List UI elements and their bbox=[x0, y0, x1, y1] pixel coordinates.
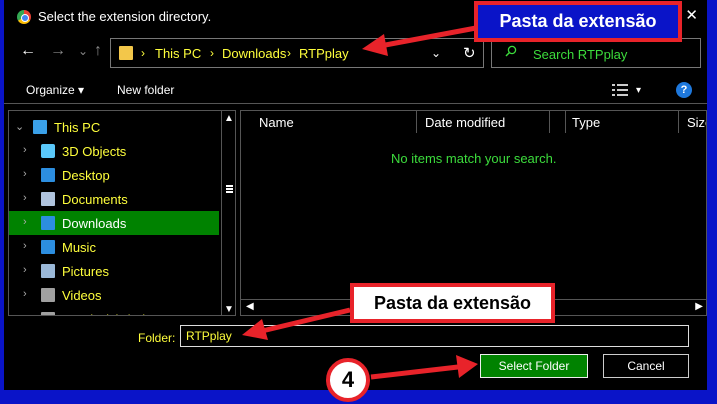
forward-arrow-icon[interactable]: → bbox=[50, 42, 66, 60]
column-header-date-modified[interactable]: Date modified bbox=[417, 111, 550, 133]
sidebar-item-videos[interactable]: › Videos bbox=[9, 283, 219, 307]
scroll-thumb-grip[interactable] bbox=[226, 185, 233, 193]
scroll-right-icon[interactable]: ▶ bbox=[695, 301, 703, 312]
sidebar-item-local-disk-c[interactable]: › Local Disk (C:) bbox=[9, 307, 219, 315]
search-icon bbox=[505, 45, 517, 57]
scroll-left-icon[interactable]: ◀ bbox=[246, 301, 254, 312]
scroll-up-icon[interactable]: ▲ bbox=[224, 113, 234, 124]
folder-field-label: Folder: bbox=[138, 331, 176, 345]
sidebar-item-label: Pictures bbox=[62, 264, 109, 279]
sidebar-item-label: Documents bbox=[62, 192, 128, 207]
column-header-label: Type bbox=[572, 115, 601, 130]
folder-picker-dialog: Select the extension directory. ✕ ← → ⌄ … bbox=[4, 0, 707, 390]
cube-icon bbox=[41, 144, 55, 158]
breadcrumb-separator: › bbox=[141, 46, 145, 60]
expand-chevron-icon[interactable]: › bbox=[23, 216, 27, 228]
sidebar-item-desktop[interactable]: › Desktop bbox=[9, 163, 219, 187]
column-header-name[interactable]: Name bbox=[241, 111, 417, 133]
picture-icon bbox=[41, 264, 55, 278]
desktop-icon bbox=[41, 168, 55, 182]
expand-chevron-icon[interactable]: › bbox=[23, 264, 27, 276]
command-bar: Organize ▾ New folder ▾ ? bbox=[4, 76, 707, 104]
view-dropdown-icon[interactable]: ▾ bbox=[636, 85, 641, 96]
music-icon bbox=[41, 240, 55, 254]
column-header-size[interactable]: Size bbox=[679, 111, 706, 133]
sidebar-item-label: This PC bbox=[54, 120, 101, 135]
window-title: Select the extension directory. bbox=[38, 9, 212, 24]
navigation-pane: ⌄ This PC › 3D Objects › Desktop › Documents › Do… bbox=[8, 110, 236, 316]
up-arrow-icon[interactable]: ↑ bbox=[94, 42, 102, 60]
expand-chevron-icon[interactable]: ⌄ bbox=[15, 120, 24, 133]
sidebar-item-3d-objects[interactable]: › 3D Objects bbox=[9, 139, 219, 163]
column-resize-handle[interactable] bbox=[550, 111, 566, 133]
sidebar-item-label: 3D Objects bbox=[62, 144, 127, 159]
sidebar-item-label: Music bbox=[62, 240, 96, 255]
folder-icon bbox=[119, 46, 133, 60]
close-icon[interactable]: ✕ bbox=[685, 6, 698, 24]
breadcrumb-rtpplay[interactable]: RTPplay bbox=[299, 46, 349, 61]
desktop-background: Select the extension directory. ✕ ← → ⌄ … bbox=[0, 0, 717, 404]
search-box[interactable]: Search RTPplay bbox=[491, 38, 701, 68]
download-icon bbox=[41, 216, 55, 230]
view-options-icon[interactable] bbox=[612, 84, 628, 96]
new-folder-button[interactable]: New folder bbox=[117, 83, 174, 97]
step-number-badge: 4 bbox=[326, 358, 370, 402]
folder-name-input[interactable]: RTPplay bbox=[180, 325, 689, 347]
column-header-type[interactable]: Type bbox=[566, 111, 679, 133]
back-arrow-icon[interactable]: ← bbox=[20, 42, 36, 60]
address-dropdown-icon[interactable]: ⌄ bbox=[431, 46, 441, 60]
address-bar[interactable]: › This PC › Downloads › RTPplay ⌄ ↻ bbox=[110, 38, 484, 68]
select-folder-button[interactable]: Select Folder bbox=[480, 354, 588, 378]
search-placeholder: Search RTPplay bbox=[533, 47, 628, 62]
disk-icon bbox=[41, 312, 55, 315]
breadcrumb-separator: › bbox=[287, 46, 291, 60]
navigation-pane-scrollbar[interactable]: ▲ ▼ bbox=[221, 111, 235, 315]
sidebar-item-this-pc[interactable]: ⌄ This PC bbox=[9, 115, 219, 139]
empty-list-message: No items match your search. bbox=[391, 151, 557, 166]
sidebar-item-music[interactable]: › Music bbox=[9, 235, 219, 259]
sidebar-item-label: Desktop bbox=[62, 168, 110, 183]
sidebar-item-documents[interactable]: › Documents bbox=[9, 187, 219, 211]
video-icon bbox=[41, 288, 55, 302]
breadcrumb-separator: › bbox=[210, 46, 214, 60]
expand-chevron-icon[interactable]: › bbox=[23, 192, 27, 204]
pc-icon bbox=[33, 120, 47, 134]
column-header-label: Date modified bbox=[425, 115, 506, 130]
chrome-icon bbox=[17, 10, 31, 24]
breadcrumb-this-pc[interactable]: This PC bbox=[155, 46, 201, 61]
expand-chevron-icon[interactable]: › bbox=[23, 312, 27, 315]
expand-chevron-icon[interactable]: › bbox=[23, 168, 27, 180]
expand-chevron-icon[interactable]: › bbox=[23, 288, 27, 300]
sidebar-item-label: Local Disk (C:) bbox=[62, 312, 147, 315]
cancel-button[interactable]: Cancel bbox=[603, 354, 689, 378]
refresh-icon[interactable]: ↻ bbox=[463, 44, 476, 62]
expand-chevron-icon[interactable]: › bbox=[23, 240, 27, 252]
sidebar-item-label: Downloads bbox=[62, 216, 127, 231]
breadcrumb-downloads[interactable]: Downloads bbox=[222, 46, 286, 61]
column-header-label: Size bbox=[687, 115, 706, 130]
callout-extension-folder-mid: Pasta da extensão bbox=[350, 283, 555, 323]
expand-chevron-icon[interactable]: › bbox=[23, 144, 27, 156]
help-icon[interactable]: ? bbox=[676, 82, 692, 98]
scroll-down-icon[interactable]: ▼ bbox=[224, 304, 234, 315]
folder-name-value: RTPplay bbox=[186, 329, 232, 343]
sidebar-item-downloads[interactable]: › Downloads bbox=[9, 211, 219, 235]
column-header-label: Name bbox=[259, 115, 294, 130]
sidebar-item-pictures[interactable]: › Pictures bbox=[9, 259, 219, 283]
callout-extension-folder-top: Pasta da extensão bbox=[474, 1, 682, 42]
recent-locations-chevron-icon[interactable]: ⌄ bbox=[78, 44, 88, 58]
sidebar-item-label: Videos bbox=[62, 288, 102, 303]
document-icon bbox=[41, 192, 55, 206]
organize-menu[interactable]: Organize ▾ bbox=[26, 83, 84, 97]
